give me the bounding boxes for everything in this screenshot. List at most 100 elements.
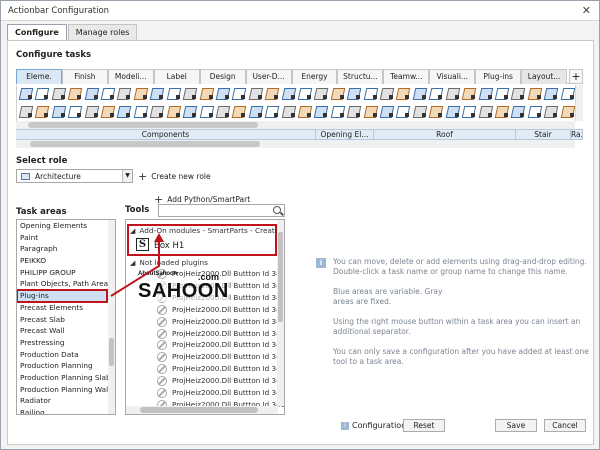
tool-row[interactable]: ProjHeiz2000.Dll Buttton Id 340: [172, 375, 284, 387]
tool-icon[interactable]: [83, 85, 99, 103]
task-area-item[interactable]: Plant Objects, Path Areas: [17, 278, 109, 290]
tool-icon[interactable]: [296, 85, 312, 103]
task-tab-structural[interactable]: Structu...: [337, 69, 384, 84]
tool-icon[interactable]: [362, 103, 378, 121]
tool-icon[interactable]: [165, 85, 181, 103]
tool-icon[interactable]: [263, 103, 279, 121]
group-opening-elements[interactable]: Opening El...: [316, 130, 374, 139]
role-dropdown[interactable]: Architecture ▼: [16, 169, 133, 183]
tool-row[interactable]: ProjHeiz2000.Dll Buttton Id 340: [172, 328, 284, 340]
task-area-item[interactable]: Production Data: [17, 349, 109, 361]
tab-manage-roles[interactable]: Manage roles: [67, 24, 138, 40]
tool-icon[interactable]: [526, 85, 542, 103]
tool-icon[interactable]: [296, 103, 312, 121]
tab-configure[interactable]: Configure: [7, 24, 67, 40]
tools-tree[interactable]: ◢ Add-On modules - SmartParts - Create S …: [125, 219, 285, 415]
tool-icon[interactable]: [66, 85, 82, 103]
tool-icon[interactable]: [214, 103, 230, 121]
task-tab-layout[interactable]: Layout...: [521, 69, 568, 84]
scrollbar-thumb[interactable]: [30, 141, 260, 147]
group-components[interactable]: Components: [16, 130, 316, 139]
tool-icon[interactable]: [132, 103, 148, 121]
task-tab-user-defined[interactable]: User-D...: [245, 69, 292, 84]
tool-icon[interactable]: [444, 103, 460, 121]
tool-icon[interactable]: [312, 85, 328, 103]
tool-icon[interactable]: [460, 85, 476, 103]
tool-icon[interactable]: [378, 85, 394, 103]
tool-icon[interactable]: [477, 103, 493, 121]
task-area-item[interactable]: Railing: [17, 407, 109, 414]
task-areas-list[interactable]: Opening Elements Paint Paragraph PEIKKO PHIL…: [16, 219, 116, 415]
tool-icon[interactable]: [345, 85, 361, 103]
tool-row[interactable]: ProjHeiz2000.Dll Buttton Id 340: [172, 351, 284, 363]
chevron-collapse-icon[interactable]: ◢: [130, 227, 135, 235]
tool-row[interactable]: ProjHeiz2000.Dll Buttton Id 340: [172, 268, 284, 280]
reset-button[interactable]: Reset: [403, 419, 445, 432]
task-area-item[interactable]: Precast Elements: [17, 302, 109, 314]
tool-box-h1[interactable]: Box H1: [154, 241, 184, 251]
cancel-button[interactable]: Cancel: [544, 419, 586, 432]
task-tab-plug-ins[interactable]: Plug-ins: [475, 69, 522, 84]
tool-icon[interactable]: [33, 85, 49, 103]
chevron-collapse-icon[interactable]: ◢: [130, 259, 135, 267]
tool-icon[interactable]: [50, 85, 66, 103]
group-stair[interactable]: Stair: [516, 130, 571, 139]
task-tab-energy[interactable]: Energy: [291, 69, 338, 84]
tool-row[interactable]: ProjHeiz2000.Dll Buttton Id 340: [172, 304, 284, 316]
tool-icon[interactable]: [411, 85, 427, 103]
task-list-scrollbar[interactable]: [108, 220, 115, 414]
tool-icon[interactable]: [33, 103, 49, 121]
task-tab-finish[interactable]: Finish: [61, 69, 108, 84]
scrollbar-thumb[interactable]: [109, 338, 114, 366]
tool-icon[interactable]: [312, 103, 328, 121]
tool-icon[interactable]: [148, 85, 164, 103]
tool-icon[interactable]: [559, 103, 575, 121]
task-area-item[interactable]: Prestressing: [17, 337, 109, 349]
tool-icon[interactable]: [247, 85, 263, 103]
tool-icon[interactable]: [263, 85, 279, 103]
task-area-item[interactable]: Paint: [17, 232, 109, 244]
tool-icon[interactable]: [509, 85, 525, 103]
tool-icon[interactable]: [115, 103, 131, 121]
tool-icon[interactable]: [427, 85, 443, 103]
task-tab-visualization[interactable]: Visuali...: [429, 69, 476, 84]
create-new-role-button[interactable]: + Create new role: [138, 170, 211, 183]
tool-icon[interactable]: [115, 85, 131, 103]
tool-icon[interactable]: [50, 103, 66, 121]
save-button[interactable]: Save: [495, 419, 537, 432]
task-tab-elements[interactable]: Eleme.: [16, 69, 62, 84]
tool-icon[interactable]: [247, 103, 263, 121]
tools-horizontal-scrollbar[interactable]: [126, 406, 278, 414]
tool-icon[interactable]: [230, 85, 246, 103]
tool-icon[interactable]: [509, 103, 525, 121]
task-area-item[interactable]: Radiator: [17, 395, 109, 407]
tool-icon[interactable]: [444, 85, 460, 103]
scrollbar-thumb[interactable]: [140, 407, 258, 413]
scrollbar-thumb[interactable]: [278, 232, 283, 322]
task-area-item[interactable]: Opening Elements: [17, 220, 109, 232]
group-horizontal-scrollbar[interactable]: [16, 140, 575, 148]
task-tab-modeling[interactable]: Modeli...: [107, 69, 154, 84]
tool-icon[interactable]: [329, 103, 345, 121]
task-area-item[interactable]: Production Planning: [17, 360, 109, 372]
tool-icon[interactable]: [460, 103, 476, 121]
task-tab-label[interactable]: Label: [153, 69, 200, 84]
scrollbar-thumb[interactable]: [28, 122, 258, 128]
tools-search-input[interactable]: [158, 204, 285, 217]
tool-row[interactable]: ProjHeiz2000.Dll Buttton Id 340: [172, 339, 284, 351]
tool-icon[interactable]: [378, 103, 394, 121]
tool-icon[interactable]: [477, 85, 493, 103]
tool-icon[interactable]: [329, 85, 345, 103]
tool-icon[interactable]: [198, 103, 214, 121]
tool-icon[interactable]: [280, 103, 296, 121]
tool-icon[interactable]: [542, 85, 558, 103]
group-railing[interactable]: Ra...: [571, 130, 583, 139]
tool-icon[interactable]: [427, 103, 443, 121]
task-area-item[interactable]: Precast Slab: [17, 314, 109, 326]
tool-icon[interactable]: [165, 103, 181, 121]
tool-row[interactable]: ProjHeiz2000.Dll Buttton Id 340: [172, 363, 284, 375]
task-area-item[interactable]: PHILIPP GROUP: [17, 267, 109, 279]
tree-group-add-on-modules[interactable]: ◢ Add-On modules - SmartParts - Create: [130, 226, 279, 235]
close-icon[interactable]: ✕: [582, 4, 591, 17]
tools-vertical-scrollbar[interactable]: [277, 220, 284, 406]
